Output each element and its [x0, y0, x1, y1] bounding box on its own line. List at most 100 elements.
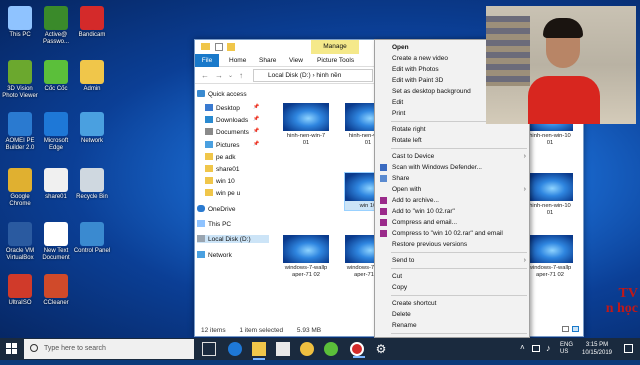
- details-view-icon[interactable]: [562, 326, 569, 332]
- folder-icon: [205, 152, 213, 160]
- menu-item-rotate-left[interactable]: Rotate left: [375, 135, 531, 146]
- menu-item-rotate-right[interactable]: Rotate right: [375, 124, 531, 135]
- file-thumbnail[interactable]: hinh-nen-win-7 01: [283, 103, 329, 147]
- desktop-icon[interactable]: AOMEI PE Builder 2.0: [0, 112, 40, 152]
- menu-item-share[interactable]: Share: [375, 173, 531, 184]
- 3d-vision-icon: [8, 60, 32, 84]
- network-tray-icon[interactable]: [532, 345, 540, 352]
- control-panel-icon: [80, 222, 104, 246]
- pin-icon[interactable]: 📌: [253, 116, 259, 122]
- edge-taskbar-icon[interactable]: [228, 342, 242, 356]
- quick-access-toolbar-icon[interactable]: [215, 43, 223, 51]
- desktop-icon[interactable]: This PC: [0, 6, 40, 39]
- tab-picture-tools[interactable]: Picture Tools: [317, 57, 354, 64]
- desktop-icon[interactable]: 3D Vision Photo Viewer: [0, 60, 40, 100]
- desktop-icon[interactable]: Control Panel: [72, 222, 112, 255]
- nav-item-win-10[interactable]: win 10: [205, 177, 235, 185]
- menu-item-cut[interactable]: Cut: [375, 271, 531, 282]
- nav-item-pictures[interactable]: Pictures 📌: [205, 140, 259, 149]
- taskbar-search-box[interactable]: Type here to search: [24, 339, 194, 359]
- desktop-icon[interactable]: Google Chrome: [0, 168, 40, 208]
- notifications-icon[interactable]: [624, 344, 633, 353]
- volume-icon[interactable]: ♪: [546, 343, 551, 365]
- menu-item-add-to-archive[interactable]: Add to archive...: [375, 195, 531, 206]
- menu-item-send-to[interactable]: Send to ›: [375, 255, 531, 266]
- edge-icon: [44, 112, 68, 136]
- file-thumbnail[interactable]: windows-7-wallp aper-71 02: [527, 235, 573, 279]
- menu-item-create-shortcut[interactable]: Create shortcut: [375, 298, 531, 309]
- search-placeholder: Type here to search: [44, 345, 106, 352]
- desktop-icon[interactable]: UltraISO: [0, 274, 40, 307]
- coccoc-taskbar-icon[interactable]: [324, 342, 338, 356]
- menu-item-compress-to-win-10-02-rar-and-email[interactable]: Compress to "win 10 02.rar" and email: [375, 228, 531, 239]
- menu-item-add-to-win-10-02-rar[interactable]: Add to "win 10 02.rar": [375, 206, 531, 217]
- properties-icon[interactable]: [227, 43, 235, 51]
- submenu-chevron-icon: ›: [523, 186, 526, 193]
- nav-item-pe-adk[interactable]: pe adk: [205, 152, 236, 161]
- menu-item-copy[interactable]: Copy: [375, 282, 531, 293]
- file-thumbnail[interactable]: hinh-nen-win-10 01: [527, 173, 573, 217]
- nav-item-downloads[interactable]: Downloads 📌: [205, 116, 259, 124]
- menu-item-compress-and-email[interactable]: Compress and email...: [375, 217, 531, 228]
- desktop-icon[interactable]: New Text Document: [36, 222, 76, 262]
- large-icons-view-icon[interactable]: [572, 326, 579, 332]
- nav-this-pc[interactable]: This PC: [197, 220, 231, 228]
- tab-view[interactable]: View: [289, 57, 303, 64]
- system-clock[interactable]: 3:15 PM 10/15/2019: [576, 341, 618, 357]
- desktop-icon[interactable]: Active@ Passwo...: [36, 6, 76, 46]
- desktop-icon[interactable]: Microsoft Edge: [36, 112, 76, 152]
- recent-chevron-icon[interactable]: ⌄: [228, 72, 233, 79]
- nav-item-win-pe-u[interactable]: win pe u: [205, 189, 240, 197]
- nav-item-desktop[interactable]: Desktop 📌: [205, 104, 259, 112]
- desktop-icon[interactable]: CCleaner: [36, 274, 76, 307]
- tab-share[interactable]: Share: [259, 57, 276, 64]
- menu-separator: [391, 252, 527, 253]
- manage-tab[interactable]: Manage: [311, 40, 359, 54]
- desktop-icon[interactable]: Network: [72, 112, 112, 145]
- store-taskbar-icon[interactable]: [276, 342, 290, 356]
- recycle-bin-icon: [80, 168, 104, 192]
- breadcrumb-local-disk[interactable]: Local Disk (D:): [268, 72, 311, 79]
- menu-item-delete[interactable]: Delete: [375, 309, 531, 320]
- menu-item-scan-with-windows-defender[interactable]: Scan with Windows Defender...: [375, 162, 531, 173]
- task-view-icon[interactable]: [202, 342, 216, 356]
- desktop-icon[interactable]: Recycle Bin: [72, 168, 112, 201]
- image-preview: [527, 235, 573, 263]
- menu-item-open-with[interactable]: Open with ›: [375, 184, 531, 195]
- desktop-icon[interactable]: Oracle VM VirtualBox: [0, 222, 40, 262]
- windows-start-icon[interactable]: [6, 343, 18, 355]
- desktop-icon[interactable]: Admin: [72, 60, 112, 93]
- settings-gear-icon[interactable]: ⚙: [374, 342, 388, 356]
- file-explorer-taskbar-icon[interactable]: [252, 342, 266, 360]
- menu-item-rename[interactable]: Rename: [375, 320, 531, 331]
- folder-icon: [205, 165, 213, 172]
- admin-folder-icon: [80, 60, 104, 84]
- nav-onedrive[interactable]: OneDrive: [197, 205, 235, 213]
- menu-item-restore-previous-versions[interactable]: Restore previous versions: [375, 239, 531, 250]
- pin-icon[interactable]: 📌: [253, 128, 259, 134]
- file-thumbnail[interactable]: windows-7-wallp aper-71 02: [283, 235, 329, 279]
- bandicam-taskbar-icon[interactable]: [350, 342, 365, 358]
- up-arrow-icon[interactable]: ↑: [239, 71, 243, 80]
- menu-separator: [391, 295, 527, 296]
- desktop-icon[interactable]: Bandicam: [72, 6, 112, 39]
- address-box[interactable]: Local Disk (D:) › hinh nền: [253, 69, 373, 82]
- tab-file[interactable]: File: [195, 54, 219, 67]
- nav-item-documents[interactable]: Documents 📌: [205, 128, 259, 136]
- show-hidden-icons-chevron-icon[interactable]: ˄: [520, 343, 525, 365]
- chrome-taskbar-icon[interactable]: [300, 342, 314, 356]
- nav-local-disk[interactable]: Local Disk (D:): [197, 235, 269, 243]
- forward-arrow-icon[interactable]: →: [215, 71, 223, 80]
- breadcrumb-hinh-nen[interactable]: hinh nền: [316, 72, 341, 79]
- nav-item-share01[interactable]: share01: [205, 165, 240, 173]
- desktop-icon[interactable]: Cốc Cốc: [36, 60, 76, 93]
- desktop-icon[interactable]: share01: [36, 168, 76, 201]
- input-language[interactable]: ENG US: [560, 342, 573, 364]
- menu-item-cast-to-device[interactable]: Cast to Device ›: [375, 151, 531, 162]
- nav-network[interactable]: Network: [197, 251, 232, 259]
- pin-icon[interactable]: 📌: [253, 141, 259, 147]
- back-arrow-icon[interactable]: ←: [201, 71, 209, 80]
- nav-quick-access[interactable]: Quick access: [197, 90, 247, 98]
- tab-home[interactable]: Home: [229, 57, 246, 64]
- pin-icon[interactable]: 📌: [253, 104, 259, 110]
